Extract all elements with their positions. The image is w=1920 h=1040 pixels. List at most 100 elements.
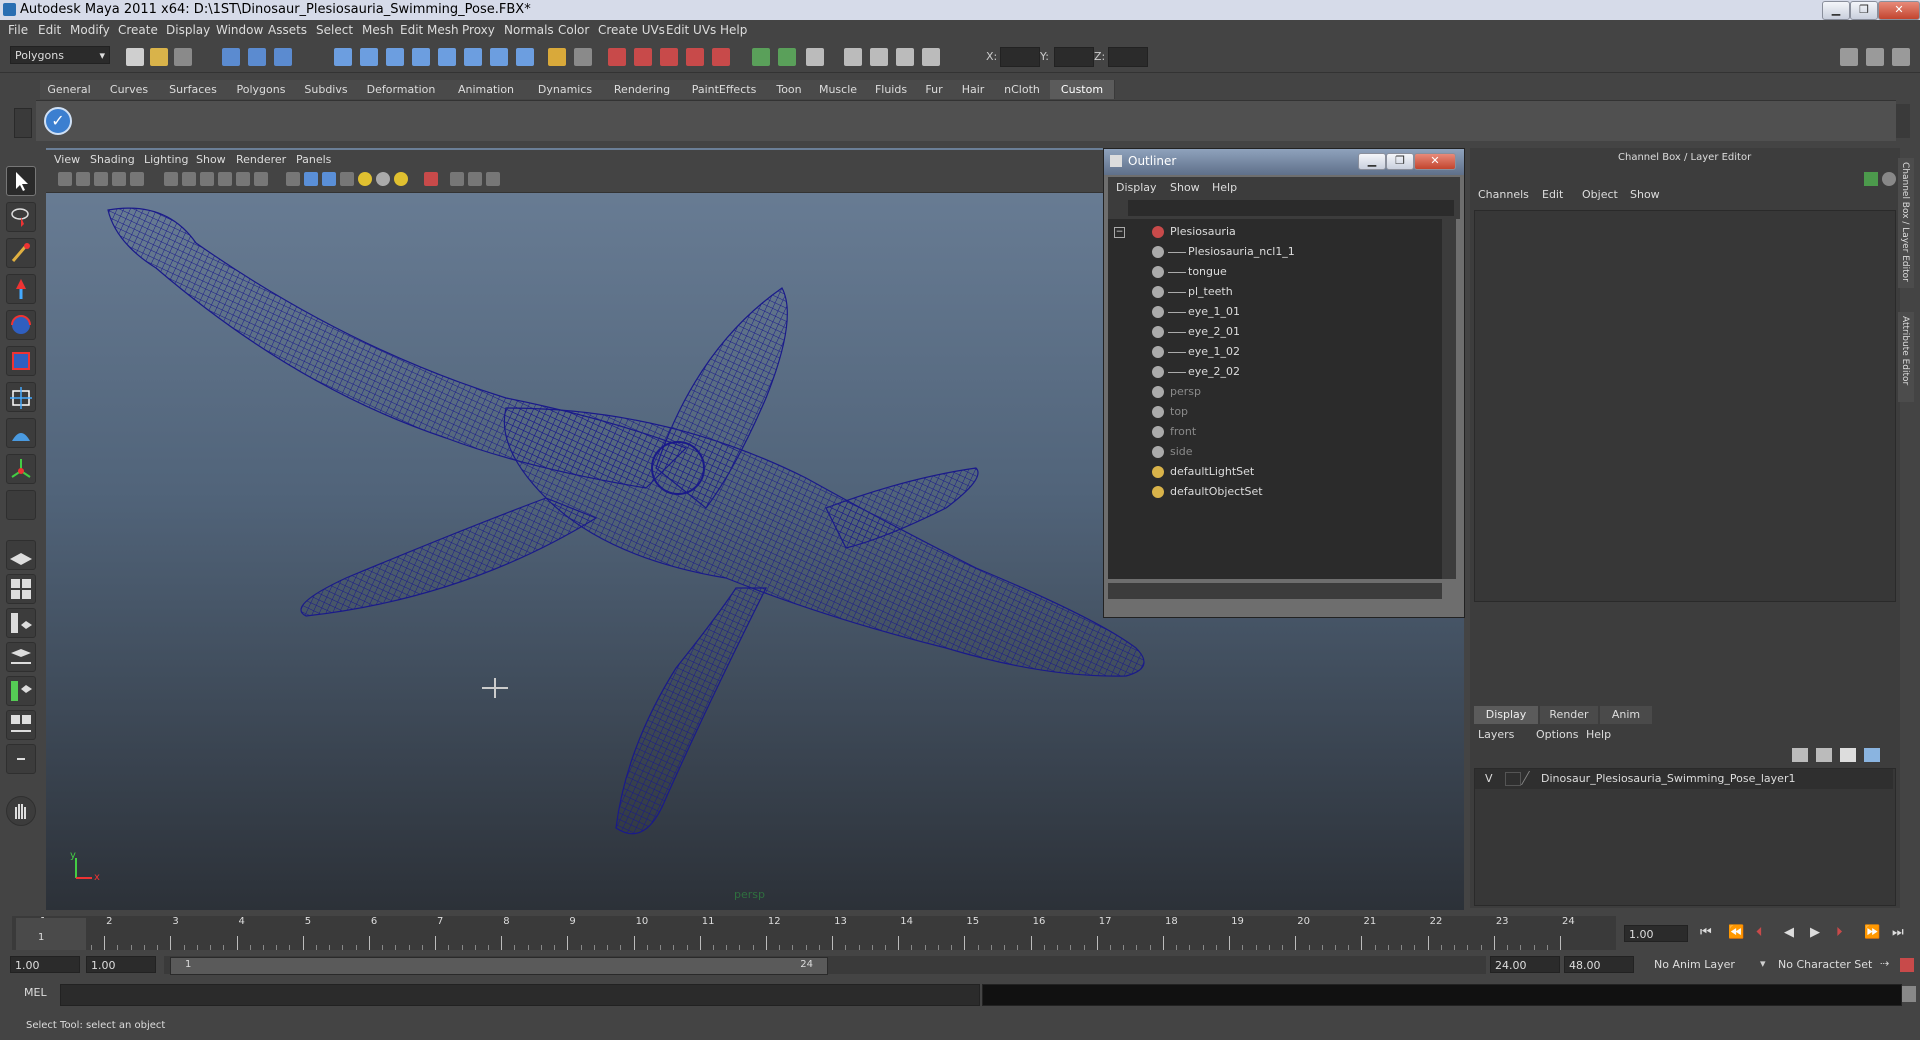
outliner-item[interactable]: eye_1_01 [1108,303,1438,321]
shelf-tab-dynamics[interactable]: Dynamics [526,80,605,99]
shelf-tab-custom[interactable]: Custom [1050,80,1115,99]
custom-layout-icon[interactable] [6,744,36,774]
viewport-menu-panels[interactable]: Panels [296,153,331,166]
render-settings-icon[interactable] [660,48,678,66]
outliner-horizontal-scrollbar[interactable] [1108,583,1442,599]
rotate-tool-icon[interactable] [6,310,36,340]
shelf-tab-fluids[interactable]: Fluids [866,80,917,99]
outliner-vertical-scrollbar[interactable] [1442,219,1456,579]
grid-toggle-icon[interactable] [130,172,144,186]
attribute-editor-icon[interactable] [870,48,888,66]
shelf-scroll-arrows[interactable] [1896,104,1910,138]
play-backward-icon[interactable]: ◀ [1784,925,1794,940]
animation-preferences-icon[interactable] [1900,958,1914,972]
shelf-tab-polygons[interactable]: Polygons [226,80,297,99]
command-input[interactable] [60,984,980,1006]
paint-select-icon[interactable] [6,238,36,268]
move-tool-icon[interactable] [6,274,36,304]
time-slider[interactable]: 123456789101112131415161718192021222324 [12,916,1616,950]
outliner-filter-input[interactable] [1128,200,1454,216]
outliner-item[interactable]: persp [1108,383,1438,401]
toggle-channelbox-icon[interactable] [1892,48,1910,66]
channel-menu-show[interactable]: Show [1630,188,1660,201]
viewport-menu-renderer[interactable]: Renderer [236,153,286,166]
safe-action-icon[interactable] [236,172,250,186]
xray-joints-icon[interactable] [468,172,482,186]
selection-mask-icon[interactable] [574,48,592,66]
shelf-tab-rendering[interactable]: Rendering [604,80,681,99]
x-field[interactable] [1000,47,1040,67]
collapse-toggle-icon[interactable]: − [1114,227,1125,238]
bookmarks-icon[interactable] [94,172,108,186]
layer-template-toggle[interactable] [1505,772,1521,786]
playback-end-field[interactable]: 24.00 [1490,956,1560,973]
layer-menu-options[interactable]: Options [1536,728,1578,741]
snap-grid-icon[interactable] [334,48,352,66]
four-pane-layout-icon[interactable] [6,574,36,604]
select-camera-icon[interactable] [58,172,72,186]
isolate-select-icon[interactable] [424,172,438,186]
chevron-down-icon[interactable]: ▾ [1760,957,1766,970]
outliner-titlebar[interactable]: Outliner ▁ ❐ ✕ [1104,149,1464,175]
select-component-icon[interactable] [274,48,292,66]
history-icon[interactable] [464,48,482,66]
layer-tab-display[interactable]: Display [1474,706,1538,724]
viewport-menu-shading[interactable]: Shading [90,153,135,166]
outliner-item[interactable]: defaultLightSet [1108,463,1438,481]
resolution-gate-icon[interactable] [182,172,196,186]
new-scene-icon[interactable] [126,48,144,66]
snap-plane-icon[interactable] [412,48,430,66]
layer-menu-help[interactable]: Help [1586,728,1611,741]
auto-key-icon[interactable]: ⇢ [1880,957,1889,970]
channel-menu-channels[interactable]: Channels [1478,188,1529,201]
textured-icon[interactable] [340,172,354,186]
outliner-item[interactable]: eye_2_01 [1108,323,1438,341]
outliner-icon[interactable] [844,48,862,66]
menu-edit[interactable]: Edit [38,23,61,37]
snap-curve-icon[interactable] [360,48,378,66]
help-icon[interactable] [516,48,534,66]
minimize-button[interactable]: ▁ [1822,1,1850,20]
shadows-icon[interactable] [394,172,408,186]
menu-assets[interactable]: Assets [268,23,307,37]
menu-edit-mesh[interactable]: Edit Mesh [400,23,459,37]
go-to-end-icon[interactable]: ⏭ [1892,925,1904,940]
menu-modify[interactable]: Modify [70,23,110,37]
hand-tool-icon[interactable] [6,796,36,826]
outliner-menu-display[interactable]: Display [1116,181,1157,194]
shelf-tab-ncloth[interactable]: nCloth [994,80,1051,99]
menu-create-uvs[interactable]: Create UVs [598,23,665,37]
outliner-window[interactable]: Outliner ▁ ❐ ✕ Display Show Help − Plesio… [1103,148,1465,618]
layer-color-swatch[interactable] [1520,771,1543,785]
outliner-menu-help[interactable]: Help [1212,181,1237,194]
outliner-item[interactable]: − Plesiosauria [1108,223,1438,241]
outliner-list[interactable]: − Plesiosauria Plesiosauria_ncl1_1 tongue pl… [1108,219,1442,579]
absolute-transform-icon[interactable] [806,48,824,66]
rename-icon[interactable] [778,48,796,66]
shelf-tab-painteffects[interactable]: PaintEffects [680,80,769,99]
shelf-tab-deformation[interactable]: Deformation [356,80,447,99]
script-editor-icon[interactable] [1902,986,1916,1002]
channel-box-options-icon[interactable] [1864,172,1878,186]
range-slider-handle[interactable]: 1 24 [170,957,828,975]
shelf-tab-animation[interactable]: Animation [446,80,527,99]
render-frame-icon[interactable] [608,48,626,66]
layer-name[interactable]: Dinosaur_Plesiosauria_Swimming_Pose_laye… [1541,772,1795,785]
y-field[interactable] [1054,47,1094,67]
shelf-tab-toon[interactable]: Toon [768,80,811,99]
menu-proxy[interactable]: Proxy [462,23,495,37]
channel-box-lock-icon[interactable] [1882,172,1896,186]
manipulator-tool-icon[interactable] [6,382,36,412]
outliner-item[interactable]: side [1108,443,1438,461]
side-tab-attribute-editor[interactable]: Attribute Editor [1898,312,1914,402]
ipr-render-icon[interactable] [634,48,652,66]
shelf-tab-muscle[interactable]: Muscle [810,80,867,99]
outliner-item[interactable]: front [1108,423,1438,441]
layer-from-selection-icon[interactable] [1864,748,1880,762]
new-layer-icon[interactable] [1792,748,1808,762]
layer-menu-layers[interactable]: Layers [1478,728,1514,741]
menuset-dropdown[interactable]: Polygons ▾ [10,46,110,64]
input-line-icon[interactable] [752,48,770,66]
backface-icon[interactable] [486,172,500,186]
menu-mesh[interactable]: Mesh [362,23,394,37]
